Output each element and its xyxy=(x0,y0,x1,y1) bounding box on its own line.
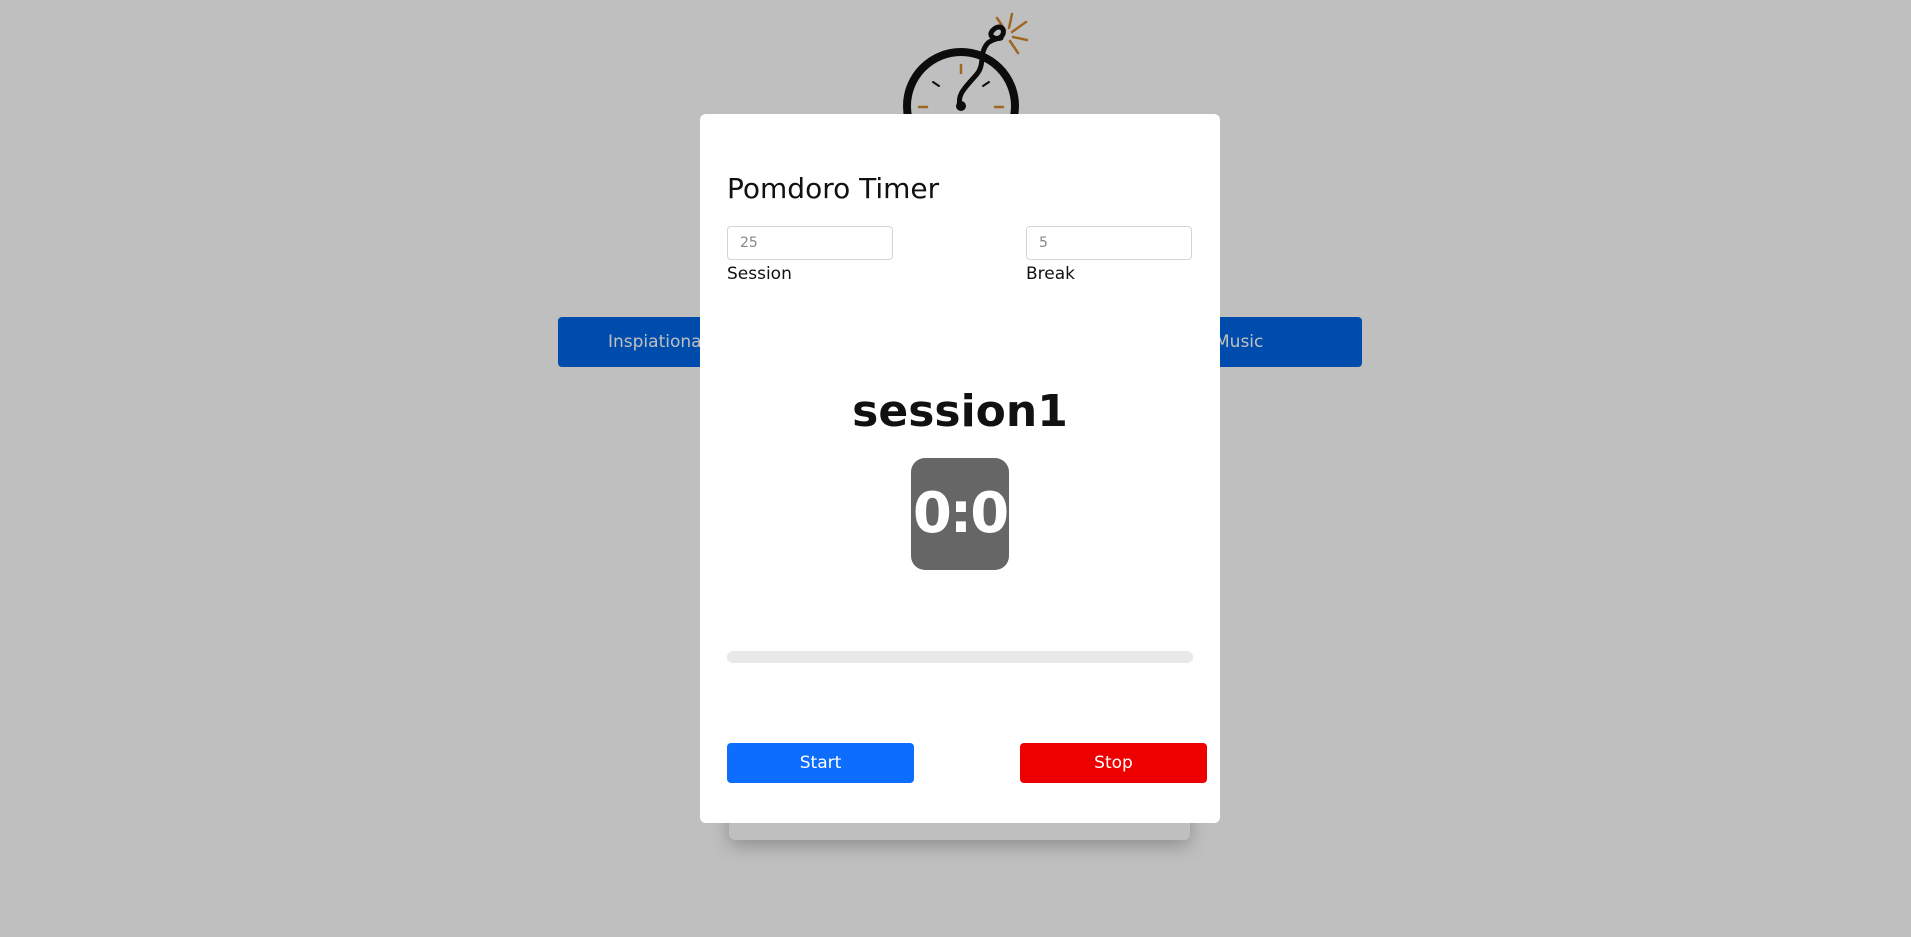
stop-button[interactable]: Stop xyxy=(1020,743,1207,783)
session-input[interactable] xyxy=(727,226,893,260)
break-input[interactable] xyxy=(1026,226,1192,260)
pomodoro-modal: Pomdoro Timer Session Break session1 0:0… xyxy=(700,114,1220,823)
session-label: Session xyxy=(727,264,792,284)
modal-title: Pomdoro Timer xyxy=(727,172,940,205)
session-name: session1 xyxy=(852,386,1068,437)
page: Inspiational Music Pomdoro Timer Session… xyxy=(0,0,1911,937)
break-field-group: Break xyxy=(1026,226,1192,284)
progress-bar xyxy=(727,651,1193,663)
start-button[interactable]: Start xyxy=(727,743,914,783)
timer-display: 0:0 xyxy=(911,458,1009,570)
session-field-group: Session xyxy=(727,226,893,284)
break-label: Break xyxy=(1026,264,1075,284)
